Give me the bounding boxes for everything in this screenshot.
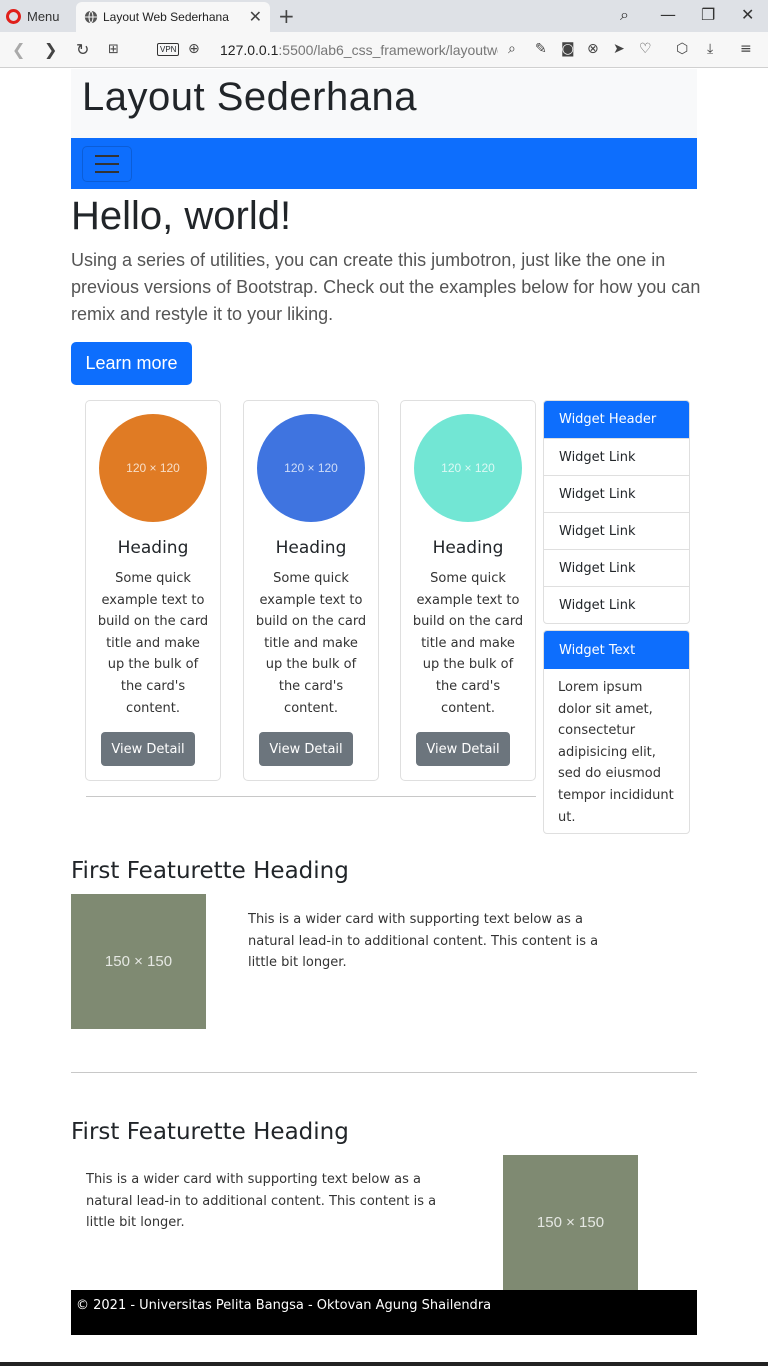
hamburger-icon: [95, 155, 119, 157]
tiles-icon[interactable]: ⊞: [108, 42, 119, 57]
widget-link[interactable]: Widget Link: [544, 512, 689, 549]
widget-link[interactable]: Widget Link: [544, 549, 689, 586]
page-title: Layout Sederhana: [82, 75, 417, 119]
card-heading: Heading: [275, 538, 347, 558]
restore-icon[interactable]: ❐: [701, 5, 715, 24]
featurette-heading: First Featurette Heading: [71, 1119, 349, 1145]
easy-setup-icon[interactable]: ≡: [740, 41, 752, 57]
menu-label: Menu: [27, 8, 60, 24]
minimize-icon[interactable]: —: [660, 5, 676, 24]
navbar-toggler-button[interactable]: [82, 146, 132, 182]
card: 120 × 120 Heading Some quick example tex…: [243, 400, 379, 781]
widget-text-card: Widget Text Lorem ipsum dolor sit amet, …: [543, 630, 690, 834]
url-host: 127.0.0.1: [220, 42, 279, 58]
hamburger-icon: [95, 163, 119, 165]
new-tab-icon[interactable]: +: [278, 4, 295, 28]
hamburger-icon: [95, 171, 119, 173]
back-icon[interactable]: ❮: [12, 40, 25, 59]
edit-icon[interactable]: ✎: [535, 41, 547, 57]
navbar: [71, 138, 697, 189]
browser-tab-bar: Menu Layout Web Sederhana ✕ + ⌕ — ❐ ✕: [0, 0, 768, 32]
learn-more-button[interactable]: Learn more: [71, 342, 192, 385]
widget-text-header: Widget Text: [544, 631, 689, 669]
section-divider: [86, 796, 536, 797]
close-tab-icon[interactable]: ✕: [249, 7, 262, 27]
featurette-divider: [71, 1072, 697, 1073]
card-image-placeholder: 120 × 120: [257, 414, 365, 522]
card-text: Some quick example text to build on the …: [255, 571, 367, 716]
send-icon[interactable]: ➤: [613, 41, 625, 57]
card-heading: Heading: [117, 538, 189, 558]
featurette-text: This is a wider card with supporting tex…: [248, 912, 599, 971]
card: 120 × 120 Heading Some quick example tex…: [400, 400, 536, 781]
page-header: Layout Sederhana: [71, 69, 697, 138]
widget-text-body: Lorem ipsum dolor sit amet, consectetur …: [558, 680, 674, 825]
widget-link[interactable]: Widget Link: [544, 475, 689, 512]
vpn-badge[interactable]: VPN: [157, 43, 180, 56]
view-detail-button[interactable]: View Detail: [259, 732, 353, 766]
card-image-placeholder: 120 × 120: [99, 414, 207, 522]
search-tabs-icon[interactable]: ⌕: [620, 5, 629, 25]
featurette-image-placeholder: 150 × 150: [503, 1155, 638, 1290]
jumbotron-text: Using a series of utilities, you can cre…: [71, 250, 701, 324]
url-field[interactable]: 127.0.0.1:5500/lab6_css_framework/layout…: [220, 42, 498, 58]
browser-tab[interactable]: Layout Web Sederhana ✕: [76, 2, 270, 32]
card-text: Some quick example text to build on the …: [97, 571, 209, 716]
card-text: Some quick example text to build on the …: [412, 571, 524, 716]
featurette-text: This is a wider card with supporting tex…: [86, 1172, 437, 1231]
forward-icon[interactable]: ❯: [44, 40, 57, 59]
search-page-icon[interactable]: ⌕: [508, 41, 516, 57]
page-footer: © 2021 - Universitas Pelita Bangsa - Okt…: [71, 1290, 697, 1335]
tab-title: Layout Web Sederhana: [103, 10, 229, 24]
widget-link[interactable]: Widget Link: [544, 438, 689, 475]
widget-header: Widget Header: [544, 401, 689, 438]
card-image-placeholder: 120 × 120: [414, 414, 522, 522]
window-bottom-border: [0, 1362, 768, 1366]
reload-icon[interactable]: ↻: [76, 40, 89, 59]
card-heading: Heading: [432, 538, 504, 558]
download-icon[interactable]: ⤓: [707, 41, 713, 57]
view-detail-button[interactable]: View Detail: [416, 732, 510, 766]
opera-logo-icon: [6, 8, 21, 24]
url-path: :5500/lab6_css_framework/layoutwe: [278, 42, 498, 58]
adblock-icon[interactable]: ⊗: [587, 41, 599, 57]
camera-icon[interactable]: ◙: [561, 41, 575, 57]
site-info-icon[interactable]: ⊕: [188, 41, 200, 57]
card: 120 × 120 Heading Some quick example tex…: [85, 400, 221, 781]
view-detail-button[interactable]: View Detail: [101, 732, 195, 766]
jumbotron-title: Hello, world!: [71, 194, 292, 238]
featurette-heading: First Featurette Heading: [71, 858, 349, 884]
featurette-image-placeholder: 150 × 150: [71, 894, 206, 1029]
address-bar: ❮ ❯ ↻ ⊞ VPN ⊕ 127.0.0.1:5500/lab6_css_fr…: [0, 32, 768, 68]
opera-menu-button[interactable]: Menu: [6, 6, 60, 26]
window-close-icon[interactable]: ✕: [741, 5, 754, 24]
widget-link[interactable]: Widget Link: [544, 586, 689, 623]
heart-icon[interactable]: ♡: [639, 41, 652, 57]
widget-link-list: Widget Header Widget Link Widget Link Wi…: [543, 400, 690, 624]
globe-icon: [84, 10, 98, 24]
extensions-icon[interactable]: ⬡: [676, 41, 688, 57]
